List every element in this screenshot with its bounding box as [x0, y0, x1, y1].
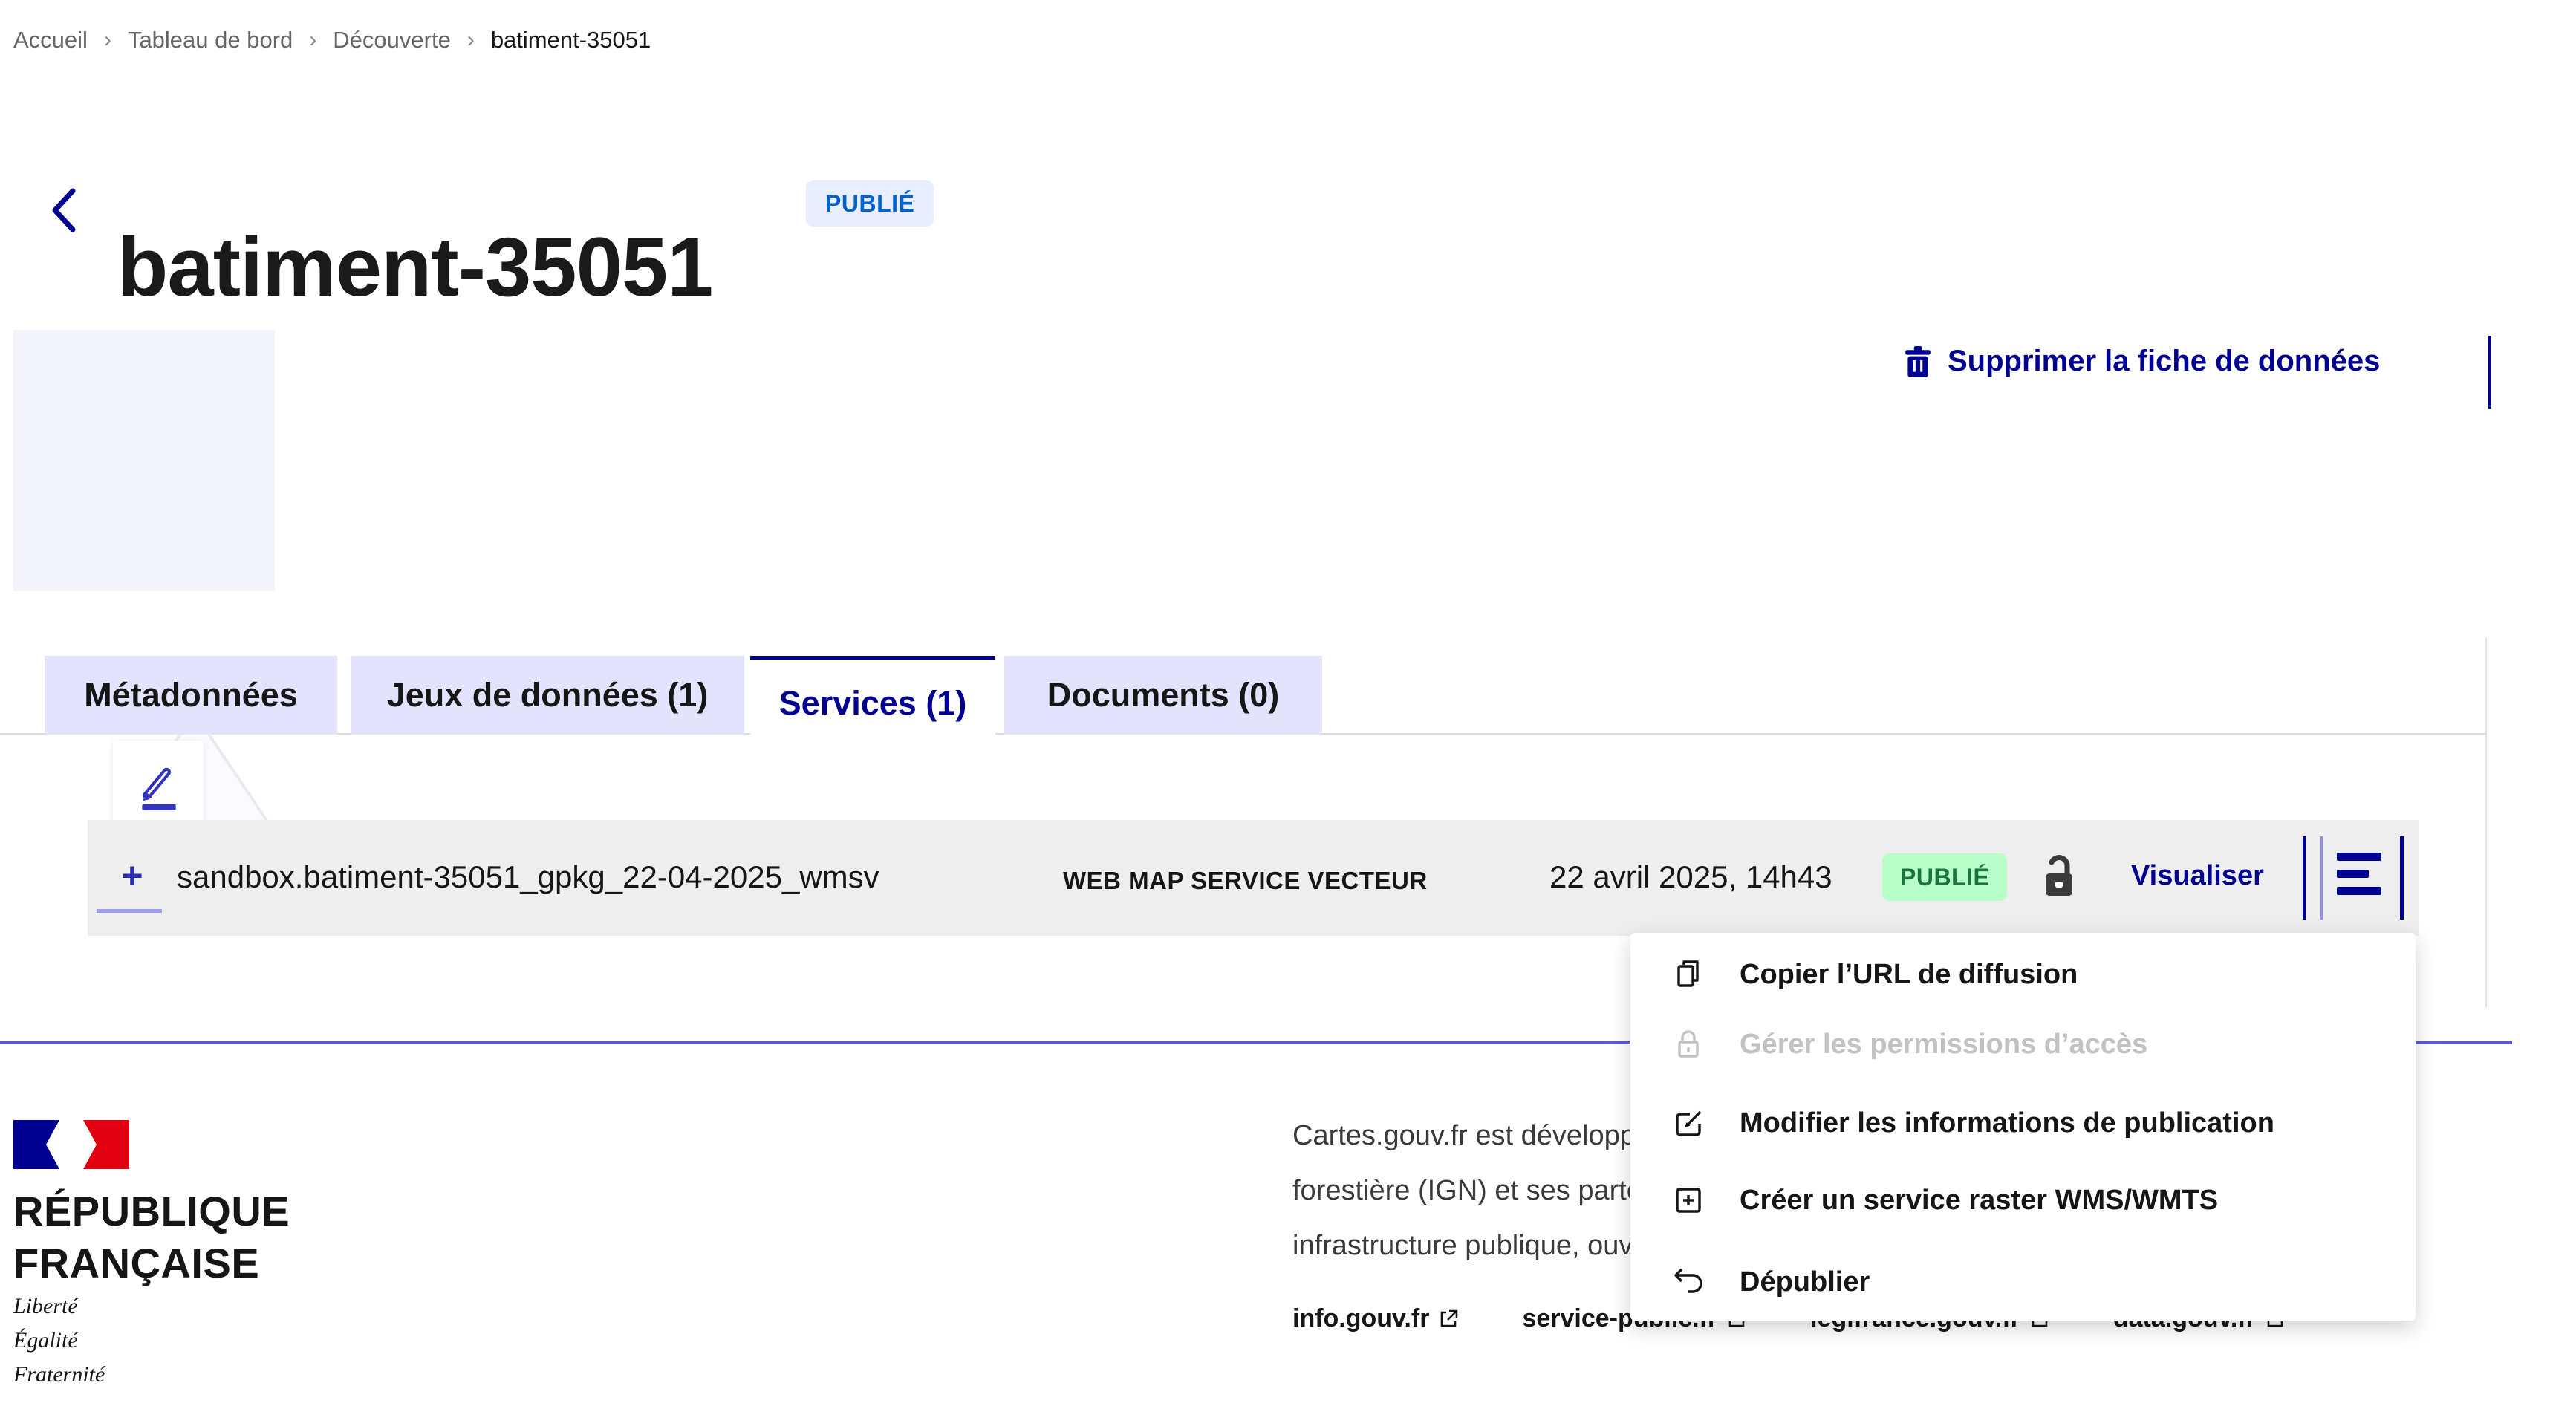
menu-item-label: Dépublier: [1740, 1266, 1870, 1298]
chevron-left-icon: [48, 187, 79, 233]
tab-documents[interactable]: Documents (0): [1004, 656, 1322, 735]
republique-francaise-logo-text: RÉPUBLIQUE FRANÇAISE: [13, 1185, 290, 1289]
delete-datasheet-label: Supprimer la fiche de données: [1948, 345, 2380, 378]
row-separator: [2320, 836, 2323, 920]
page: Accueil › Tableau de bord › Découverte ›…: [0, 0, 2576, 1406]
status-badge: PUBLIÉ: [806, 180, 934, 227]
menu-item-depublier[interactable]: Dépublier: [1670, 1260, 1870, 1304]
tab-label: Services (1): [779, 684, 967, 723]
tab-label: Métadonnées: [84, 676, 298, 715]
menu-item-label: Gérer les permissions d’accès: [1740, 1029, 2147, 1061]
menu-item-label: Copier l’URL de diffusion: [1740, 959, 2078, 991]
breadcrumb-decouverte[interactable]: Découverte: [333, 27, 451, 53]
service-menu-button[interactable]: [2337, 851, 2386, 900]
expand-service-button[interactable]: +: [110, 856, 155, 900]
pencil-icon: [133, 761, 183, 811]
menu-item-label: Modifier les informations de publication: [1740, 1107, 2274, 1139]
add-box-icon: [1670, 1182, 1707, 1219]
edit-thumbnail-button[interactable]: [113, 741, 204, 831]
menu-item-creer-service-raster[interactable]: Créer un service raster WMS/WMTS: [1670, 1178, 2218, 1223]
tab-label: Documents (0): [1047, 676, 1280, 715]
tab-label: Jeux de données (1): [387, 676, 709, 715]
panel-right-border: [2485, 638, 2487, 1007]
breadcrumb-tableau-de-bord[interactable]: Tableau de bord: [128, 27, 293, 53]
row-separator: [2303, 836, 2306, 920]
service-publish-date: 22 avril 2025, 14h43: [1549, 859, 1832, 895]
brand-line2: FRANÇAISE: [13, 1237, 290, 1289]
tab-metadonnees[interactable]: Métadonnées: [45, 656, 337, 735]
edit-box-icon: [1670, 1104, 1707, 1142]
copy-icon: [1670, 956, 1707, 993]
menu-item-gerer-permissions: Gérer les permissions d’accès: [1670, 1022, 2147, 1067]
service-name: sandbox.batiment-35051_gpkg_22-04-2025_w…: [177, 859, 879, 895]
delete-datasheet-button[interactable]: Supprimer la fiche de données: [1903, 345, 2380, 378]
page-title: batiment-35051: [117, 219, 712, 315]
visualize-link[interactable]: Visualiser: [2131, 860, 2264, 892]
menu-icon: [2337, 851, 2383, 896]
footer-link-label: info.gouv.fr: [1292, 1304, 1429, 1333]
tab-jeux-de-donnees[interactable]: Jeux de données (1): [351, 656, 744, 735]
trash-icon: [1903, 345, 1933, 378]
brand-line1: RÉPUBLIQUE: [13, 1185, 290, 1237]
service-row: + sandbox.batiment-35051_gpkg_22-04-2025…: [88, 820, 2419, 936]
tab-services[interactable]: Services (1): [750, 656, 995, 746]
breadcrumb-current: batiment-35051: [491, 27, 651, 53]
footer-link-info-gouv-fr[interactable]: info.gouv.fr: [1292, 1304, 1459, 1333]
expand-underline: [97, 909, 162, 913]
external-link-icon: [1438, 1309, 1459, 1329]
breadcrumb-separator: ›: [309, 27, 316, 53]
toolbar-separator: [2488, 336, 2491, 409]
menu-item-label: Créer un service raster WMS/WMTS: [1740, 1185, 2218, 1217]
breadcrumb-separator: ›: [467, 27, 475, 53]
menu-item-modifier-publication[interactable]: Modifier les informations de publication: [1670, 1101, 2274, 1145]
breadcrumb-separator: ›: [104, 27, 111, 53]
breadcrumb: Accueil › Tableau de bord › Découverte ›…: [13, 27, 651, 53]
brand-motto: Liberté Égalité Fraternité: [13, 1289, 105, 1392]
undo-icon: [1670, 1263, 1707, 1301]
row-separator: [2400, 836, 2404, 920]
lock-icon: [1670, 1026, 1707, 1063]
back-button[interactable]: [48, 187, 79, 233]
service-type-label: WEB MAP SERVICE VECTEUR: [1063, 867, 1428, 895]
service-status-badge: PUBLIÉ: [1882, 853, 2007, 901]
lock-unlock-icon: [2035, 850, 2084, 900]
datasheet-thumbnail: [13, 330, 275, 591]
menu-item-copier-url[interactable]: Copier l’URL de diffusion: [1670, 952, 2078, 997]
marianne-flag-logo: [13, 1120, 129, 1169]
breadcrumb-accueil[interactable]: Accueil: [13, 27, 88, 53]
